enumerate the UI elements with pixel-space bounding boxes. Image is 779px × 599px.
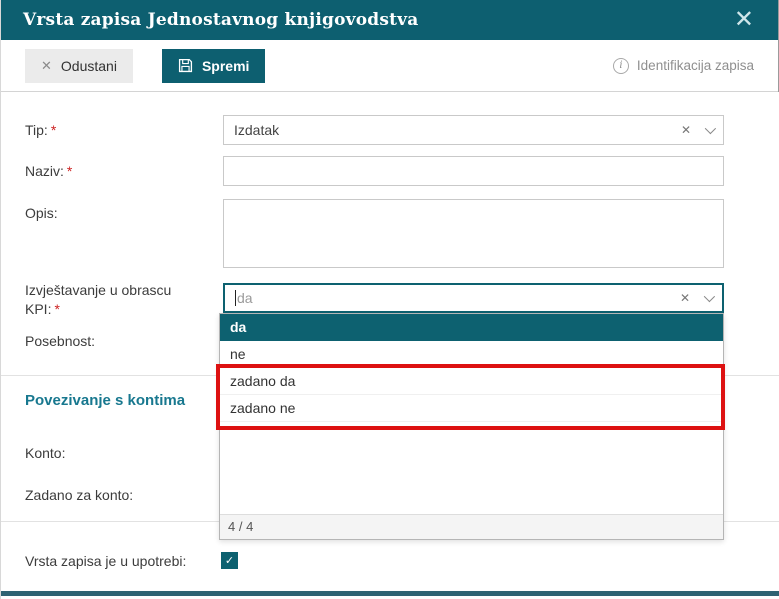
- dropdown-counter: 4 / 4: [220, 514, 723, 539]
- form-area: Tip: * Izdatak ✕ Naziv: * Opis: Izvještava…: [1, 92, 779, 599]
- required-asterisk: *: [54, 301, 60, 317]
- posebnost-label: Posebnost:: [25, 333, 96, 349]
- tip-select-value: Izdatak: [234, 122, 280, 138]
- kpi-clear-icon[interactable]: ✕: [680, 291, 690, 305]
- text-caret: [235, 290, 236, 306]
- dropdown-option-zadano-da[interactable]: zadano da: [220, 368, 723, 395]
- tip-label: Tip: *: [25, 122, 57, 138]
- kpi-label: Izvještavanje u obrascu KPI: *: [25, 282, 172, 317]
- bottom-bar: [1, 591, 779, 596]
- naziv-label: Naziv: *: [25, 163, 73, 179]
- cancel-button-label: Odustani: [60, 57, 117, 74]
- close-icon[interactable]: ✕: [732, 8, 756, 32]
- tip-select[interactable]: Izdatak ✕: [223, 115, 724, 145]
- kpi-combobox[interactable]: da ✕: [223, 283, 724, 313]
- required-asterisk: *: [66, 163, 73, 179]
- save-button[interactable]: Spremi: [161, 48, 266, 83]
- tip-chevron-down-icon[interactable]: [704, 122, 717, 135]
- kpi-chevron-down-icon[interactable]: [703, 290, 716, 303]
- dropdown-option-zadano-ne[interactable]: zadano ne: [220, 395, 723, 422]
- opis-label: Opis:: [25, 205, 58, 221]
- kpi-dropdown-panel: da ne zadano da zadano ne 4 / 4: [219, 313, 724, 540]
- toolbar: ✕ Odustani Spremi i Identifikacija zapis…: [1, 40, 778, 92]
- dropdown-option-da[interactable]: da: [220, 314, 723, 341]
- kpi-combobox-placeholder: da: [237, 290, 253, 306]
- required-asterisk: *: [50, 122, 57, 138]
- info-icon: i: [612, 57, 629, 74]
- in-use-checkbox[interactable]: ✓: [221, 552, 238, 569]
- modal-header: Vrsta zapisa Jednostavnog knjigovodstva …: [1, 0, 778, 40]
- section-title-povezivanje: Povezivanje s kontima: [25, 392, 186, 409]
- cancel-x-icon: ✕: [41, 57, 52, 73]
- tip-clear-icon[interactable]: ✕: [681, 123, 691, 137]
- konto-label: Konto:: [25, 445, 66, 461]
- checkmark-icon: ✓: [224, 555, 235, 567]
- save-button-label: Spremi: [201, 57, 250, 74]
- in-use-label: Vrsta zapisa je u upotrebi:: [25, 553, 187, 569]
- cancel-button[interactable]: ✕ Odustani: [25, 48, 133, 83]
- save-icon: [178, 58, 193, 73]
- modal-title: Vrsta zapisa Jednostavnog knjigovodstva: [23, 10, 419, 30]
- zadano-za-konto-label: Zadano za konto:: [25, 487, 134, 503]
- naziv-input[interactable]: [223, 156, 724, 186]
- identification-link[interactable]: i Identifikacija zapisa: [612, 57, 754, 74]
- dropdown-option-ne[interactable]: ne: [220, 341, 723, 368]
- modal-vrsta-zapisa: Vrsta zapisa Jednostavnog knjigovodstva …: [0, 0, 779, 599]
- opis-textarea[interactable]: [223, 199, 724, 268]
- identification-label: Identifikacija zapisa: [636, 58, 754, 73]
